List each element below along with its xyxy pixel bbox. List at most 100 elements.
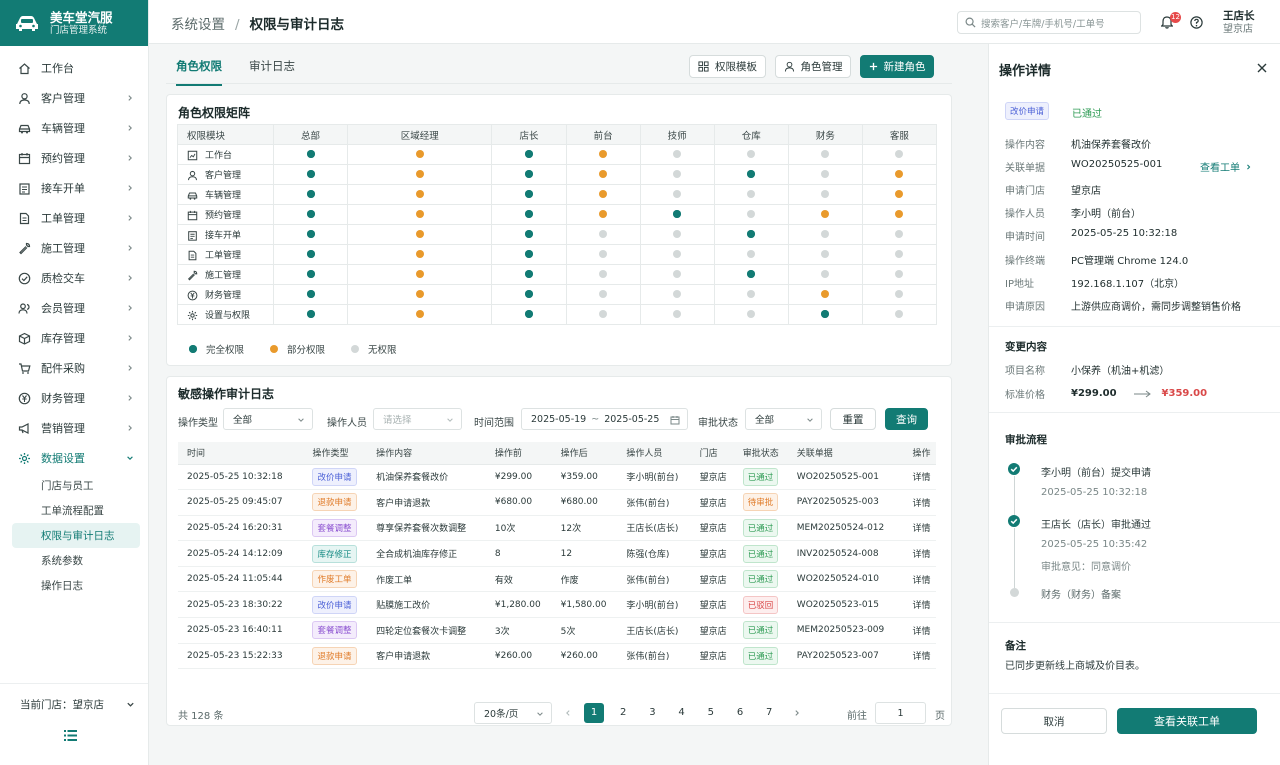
permission-cell[interactable] xyxy=(713,164,789,185)
table-row[interactable]: 2025-05-24 11:05:44 作废工单 作废工单 有效 作废 张伟(前台) 望京店… xyxy=(178,566,936,593)
permission-cell[interactable] xyxy=(787,264,863,285)
permission-cell[interactable] xyxy=(272,304,349,325)
sidebar-subitem-5[interactable]: 操作日志 xyxy=(0,573,148,598)
permission-cell[interactable] xyxy=(347,284,493,305)
permission-cell[interactable] xyxy=(491,144,567,165)
permission-cell[interactable] xyxy=(491,184,567,205)
permission-cell[interactable] xyxy=(861,144,938,165)
page-number[interactable]: 1 xyxy=(584,703,604,723)
permission-cell[interactable] xyxy=(713,144,789,165)
permission-cell[interactable] xyxy=(347,264,493,285)
table-row[interactable]: 2025-05-23 16:40:11 套餐调整 四轮定位套餐次卡调整 3次 5次 王店长… xyxy=(178,617,936,644)
permission-cell[interactable] xyxy=(347,184,493,205)
permission-cell[interactable] xyxy=(713,224,789,245)
page-number[interactable]: 3 xyxy=(642,703,662,723)
tab-audit-log[interactable]: 审计日志 xyxy=(249,58,295,86)
breadcrumb-parent[interactable]: 系统设置 xyxy=(171,17,225,33)
cancel-button[interactable]: 取消 xyxy=(1001,708,1107,734)
sidebar-subitem-3[interactable]: 权限与审计日志 xyxy=(12,523,140,548)
page-number[interactable]: 7 xyxy=(759,703,779,723)
permission-cell[interactable] xyxy=(565,224,641,245)
permission-cell[interactable] xyxy=(639,164,715,185)
permission-template-button[interactable]: 权限模板 xyxy=(689,55,766,78)
permission-cell[interactable] xyxy=(272,244,349,265)
permission-cell[interactable] xyxy=(565,144,641,165)
permission-cell[interactable] xyxy=(787,144,863,165)
permission-cell[interactable] xyxy=(639,184,715,205)
permission-cell[interactable] xyxy=(491,224,567,245)
permission-cell[interactable] xyxy=(272,144,349,165)
sidebar-item-10[interactable]: 库存管理 xyxy=(0,323,148,353)
view-linked-order-button[interactable]: 查看关联工单 xyxy=(1117,708,1257,734)
permission-cell[interactable] xyxy=(639,204,715,225)
reset-button[interactable]: 重置 xyxy=(830,408,876,430)
page-number[interactable]: 5 xyxy=(701,703,721,723)
permission-cell[interactable] xyxy=(272,224,349,245)
sidebar-subitem-1[interactable]: 门店与员工 xyxy=(0,473,148,498)
detail-link[interactable]: 详情 xyxy=(903,591,936,619)
permission-cell[interactable] xyxy=(347,144,493,165)
help-icon[interactable] xyxy=(1190,16,1203,29)
permission-cell[interactable] xyxy=(713,204,789,225)
user-menu[interactable]: 王店长 望京店 xyxy=(1223,10,1255,36)
permission-cell[interactable] xyxy=(347,164,493,185)
table-row[interactable]: 2025-05-25 10:32:18 改价申请 机油保养套餐改价 ¥299.00 ¥3… xyxy=(178,464,936,491)
operation-type-select[interactable]: 全部 xyxy=(223,408,313,430)
page-number[interactable]: 2 xyxy=(613,703,633,723)
sidebar-subitem-2[interactable]: 工单流程配置 xyxy=(0,498,148,523)
sidebar-item-2[interactable]: 客户管理 xyxy=(0,83,148,113)
page-number[interactable]: 4 xyxy=(672,703,692,723)
permission-cell[interactable] xyxy=(639,264,715,285)
permission-cell[interactable] xyxy=(347,304,493,325)
permission-cell[interactable] xyxy=(491,304,567,325)
detail-link[interactable]: 详情 xyxy=(903,464,936,491)
table-row[interactable]: 2025-05-24 14:12:09 库存修正 全合成机油库存修正 8 12 陈强(仓库… xyxy=(178,540,936,567)
store-switcher[interactable]: 当前门店：望京店 xyxy=(0,684,148,716)
permission-cell[interactable] xyxy=(565,184,641,205)
detail-link[interactable]: 详情 xyxy=(903,617,936,644)
permission-cell[interactable] xyxy=(861,164,938,185)
permission-cell[interactable] xyxy=(272,164,349,185)
detail-link[interactable]: 详情 xyxy=(903,540,936,567)
role-management-button[interactable]: 角色管理 xyxy=(775,55,851,78)
detail-link[interactable]: 详情 xyxy=(903,515,936,542)
permission-cell[interactable] xyxy=(787,224,863,245)
sidebar-item-11[interactable]: 配件采购 xyxy=(0,353,148,383)
permission-cell[interactable] xyxy=(491,164,567,185)
view-order-link[interactable]: 查看工单 xyxy=(1200,159,1252,174)
query-button[interactable]: 查询 xyxy=(885,408,928,430)
sidebar-item-14[interactable]: 数据设置 xyxy=(0,443,148,473)
permission-cell[interactable] xyxy=(565,264,641,285)
permission-cell[interactable] xyxy=(272,284,349,305)
sidebar-item-1[interactable]: 工作台 xyxy=(0,53,148,83)
permission-cell[interactable] xyxy=(639,244,715,265)
permission-cell[interactable] xyxy=(565,164,641,185)
sidebar-subitem-4[interactable]: 系统参数 xyxy=(0,548,148,573)
sidebar-item-8[interactable]: 质检交车 xyxy=(0,263,148,293)
table-row[interactable]: 2025-05-23 15:22:33 退款申请 客户申请退款 ¥260.00 ¥260… xyxy=(178,643,936,670)
permission-cell[interactable] xyxy=(272,264,349,285)
approval-status-select[interactable]: 全部 xyxy=(745,408,822,430)
permission-cell[interactable] xyxy=(787,304,863,325)
permission-cell[interactable] xyxy=(639,304,715,325)
permission-cell[interactable] xyxy=(861,204,938,225)
sidebar-item-4[interactable]: 预约管理 xyxy=(0,143,148,173)
permission-cell[interactable] xyxy=(787,184,863,205)
permission-cell[interactable] xyxy=(639,284,715,305)
table-row[interactable]: 2025-05-23 18:30:22 改价申请 贴膜施工改价 ¥1,280.00 ¥1… xyxy=(178,591,936,619)
permission-cell[interactable] xyxy=(787,284,863,305)
permission-cell[interactable] xyxy=(491,264,567,285)
permission-cell[interactable] xyxy=(565,244,641,265)
menu-collapse-icon[interactable] xyxy=(64,730,77,741)
sidebar-item-6[interactable]: 工单管理 xyxy=(0,203,148,233)
prev-page-icon[interactable] xyxy=(564,709,572,717)
permission-cell[interactable] xyxy=(565,284,641,305)
next-page-icon[interactable] xyxy=(793,709,801,717)
permission-cell[interactable] xyxy=(861,264,938,285)
permission-cell[interactable] xyxy=(713,184,789,205)
permission-cell[interactable] xyxy=(787,164,863,185)
permission-cell[interactable] xyxy=(347,224,493,245)
sidebar-item-7[interactable]: 施工管理 xyxy=(0,233,148,263)
permission-cell[interactable] xyxy=(347,244,493,265)
detail-link[interactable]: 详情 xyxy=(903,489,936,516)
